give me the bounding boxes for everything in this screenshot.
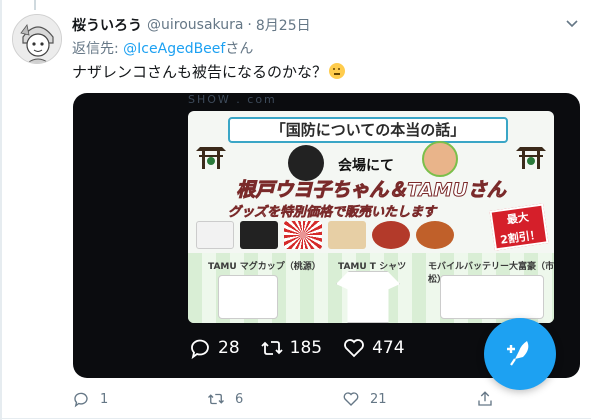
tweet-date[interactable]: 8月25日 (256, 15, 311, 35)
divider (0, 418, 591, 419)
user-handle[interactable]: @uirousakura (147, 17, 243, 33)
like-button[interactable]: 21 (342, 390, 462, 408)
shrine-icon (194, 139, 228, 173)
flyer-venue: 会場にて (338, 158, 394, 174)
media-topbar-text: SHOW . com (188, 93, 277, 105)
product-panel: TAMU マグカップ（桃源） TAMU T シャツ モバイルバッテリー大富豪（市… (188, 253, 554, 323)
flyer-headline: 根戸ウヨ子ちゃん＆TAMUさん (236, 179, 507, 202)
reply-icon (191, 339, 209, 360)
shrine-icon-right (514, 139, 548, 173)
replying-suffix: さん (225, 41, 254, 57)
retweet-icon (208, 393, 224, 405)
goods-item (328, 221, 366, 249)
compose-tweet-button[interactable] (484, 318, 556, 390)
tweet-page: 桜ういろう @uirousakura · 8月25日 返信先: @IceAged… (0, 0, 591, 420)
media-stats: 28 185 474 (188, 336, 425, 360)
separator: · (247, 17, 252, 33)
avatar-illustration (13, 15, 61, 63)
share-icon (478, 391, 492, 406)
event-flyer-image[interactable]: 「国防についての本当の話」 会場にて 根戸ウヨ子ちゃん＆TAMUさん グッズを特… (188, 111, 554, 323)
media-retweet-count: 185 (289, 338, 323, 358)
replying-to: 返信先: @IceAgedBeefさん (72, 38, 253, 58)
thread-line (34, 0, 36, 10)
thinking-face-icon (329, 63, 346, 79)
goods-row (196, 221, 481, 251)
reply-icon (74, 392, 88, 408)
retweet-icon (261, 341, 283, 355)
tweet-text: ナザレンコさんも被告になるのかな？ (72, 61, 346, 82)
media-like-count: 474 (372, 338, 405, 358)
flyer-subline: グッズを特別価格で販売いたします (228, 205, 437, 221)
more-options-chevron-icon[interactable] (563, 16, 581, 34)
tweet-body: ナザレンコさんも被告になるのかな？ (72, 63, 328, 81)
goods-item (240, 221, 278, 249)
mug-image (218, 275, 278, 319)
share-button[interactable] (476, 390, 506, 408)
media-like-stat[interactable]: 474 (342, 336, 405, 360)
goods-item (416, 221, 454, 249)
shirt-image (336, 271, 400, 323)
left-rail (0, 0, 2, 420)
goods-item (196, 221, 234, 249)
reply-button[interactable]: 1 (72, 390, 192, 408)
flyer-title: 「国防についての本当の話」 (228, 117, 508, 143)
heart-icon (343, 392, 359, 406)
product-label-mug: TAMU マグカップ（桃源） (208, 262, 321, 272)
media-retweet-stat[interactable]: 185 (260, 336, 322, 360)
display-name[interactable]: 桜ういろう (72, 15, 142, 35)
discount-badge: 最大 2割引！ (489, 203, 549, 251)
avatar[interactable] (12, 14, 62, 64)
goods-item (372, 221, 410, 249)
retweet-count: 6 (235, 391, 244, 407)
media-reply-stat[interactable]: 28 (188, 336, 240, 360)
replying-prefix: 返信先: (72, 41, 119, 57)
like-count: 21 (370, 391, 387, 407)
heart-icon (344, 339, 364, 358)
reply-count: 1 (100, 391, 109, 407)
media-reply-count: 28 (218, 338, 240, 358)
retweet-button[interactable]: 6 (207, 390, 327, 408)
quill-icon (507, 341, 529, 366)
battery-image (440, 275, 544, 319)
tweet-header: 桜ういろう @uirousakura · 8月25日 (72, 14, 311, 36)
goods-item (284, 221, 322, 249)
replying-mention-link[interactable]: @IceAgedBeef (123, 41, 225, 57)
guest-portrait (422, 141, 458, 177)
product-label-shirt: TAMU T シャツ (338, 262, 407, 272)
